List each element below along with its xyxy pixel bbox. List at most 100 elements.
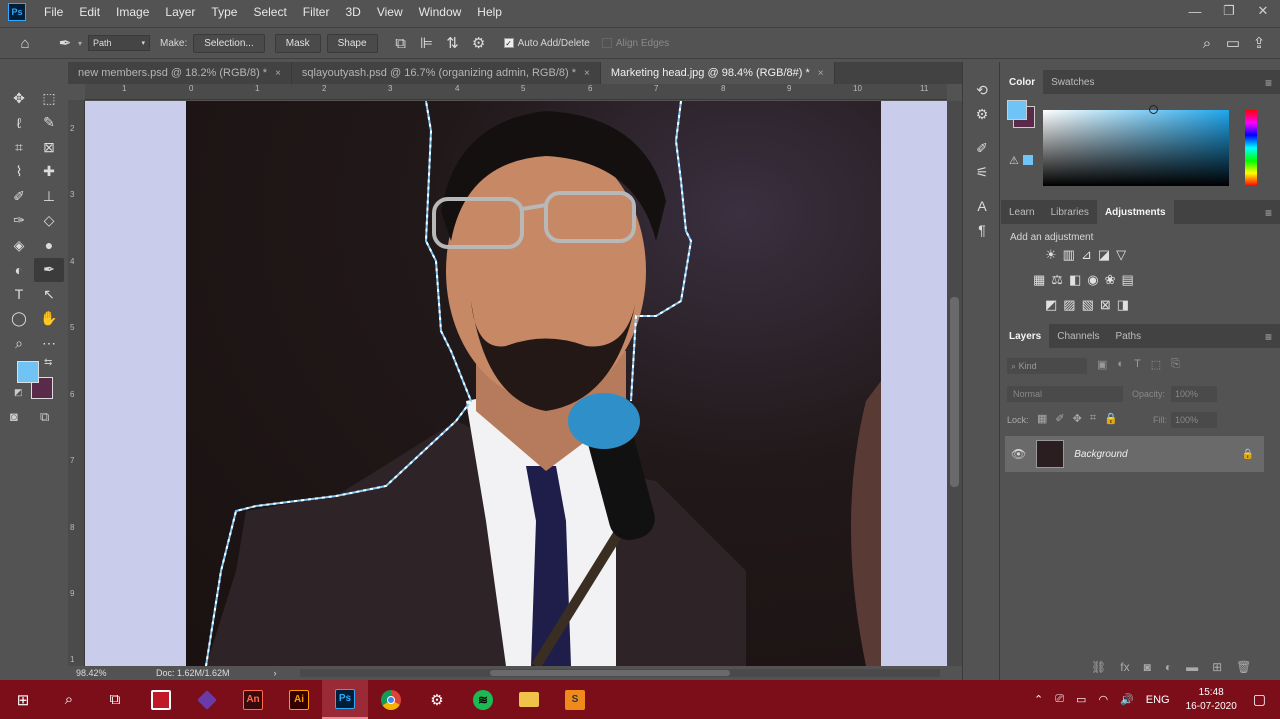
layer-row-background[interactable]: 👁 Background 🔒 [1005, 436, 1264, 472]
zoom-tool-icon[interactable]: ⌕ [4, 331, 34, 356]
menu-select[interactable]: Select [245, 5, 294, 19]
posterize-icon[interactable]: ▨ [1063, 297, 1075, 313]
selective-color-icon[interactable]: ◨ [1117, 297, 1129, 313]
link-layers-icon[interactable]: ⛓ [1091, 660, 1106, 674]
restore-icon[interactable]: ❐ [1212, 0, 1246, 22]
dodge-tool-icon[interactable]: ◐ [4, 258, 34, 283]
tab-swatches[interactable]: Swatches [1043, 70, 1102, 94]
menu-3d[interactable]: 3D [337, 5, 368, 19]
auto-add-delete-checkbox[interactable]: ✓ [503, 38, 514, 48]
brush-settings-icon[interactable]: ✐ [963, 136, 1001, 160]
language-indicator[interactable]: ENG [1146, 694, 1170, 706]
menu-view[interactable]: View [369, 5, 411, 19]
vertical-scrollbar[interactable] [947, 101, 962, 666]
new-group-icon[interactable]: ▬ [1186, 660, 1198, 674]
smart-object-filter-icon[interactable]: ⎘ [1171, 358, 1180, 371]
lock-artboard-icon[interactable]: ⌗ [1090, 412, 1096, 425]
brightness-icon[interactable]: ☀ [1045, 247, 1057, 263]
lock-transparency-icon[interactable]: ▦ [1037, 412, 1047, 425]
fx-icon[interactable]: fx [1120, 660, 1129, 674]
taskbar-app-animate[interactable]: An [230, 680, 276, 719]
black-white-icon[interactable]: ◧ [1069, 272, 1081, 288]
layer-name[interactable]: Background [1074, 449, 1127, 460]
tab-channels[interactable]: Channels [1049, 324, 1107, 348]
home-icon[interactable]: ⌂ [12, 30, 38, 56]
lock-all-icon[interactable]: 🔒 [1104, 412, 1118, 425]
crop-tool-icon[interactable]: ⌗ [4, 135, 34, 160]
panel-menu-icon[interactable]: ≡ [1265, 76, 1272, 90]
new-layer-icon[interactable]: ⊞ [1212, 660, 1222, 674]
brushes-icon[interactable]: ⚟ [963, 160, 1001, 184]
hand-tool-icon[interactable]: ✋ [34, 307, 64, 332]
close-icon[interactable]: × [584, 68, 590, 79]
menu-file[interactable]: File [36, 5, 71, 19]
task-view-icon[interactable]: ⧉ [92, 680, 138, 719]
image-filter-icon[interactable]: ▣ [1097, 358, 1107, 371]
tab-layers[interactable]: Layers [1001, 324, 1050, 348]
search-icon[interactable]: ⌕ [1194, 30, 1220, 56]
menu-edit[interactable]: Edit [71, 5, 108, 19]
chevron-down-icon[interactable]: ▾ [78, 39, 82, 48]
properties-icon[interactable]: ⚙ [963, 102, 1001, 126]
fill-field[interactable]: 100% [1171, 412, 1217, 428]
opacity-field[interactable]: 100% [1171, 386, 1217, 402]
screen-mode-icon[interactable]: ⧉ [40, 409, 49, 425]
path-selection-tool-icon[interactable]: ↖ [34, 282, 64, 307]
tab-marketing-head[interactable]: Marketing head.jpg @ 98.4% (RGB/8#) * × [600, 62, 835, 84]
paint-bucket-tool-icon[interactable]: ◈ [4, 233, 34, 258]
menu-type[interactable]: Type [203, 5, 245, 19]
taskbar-app-photoshop[interactable]: Ps [322, 680, 368, 719]
menu-filter[interactable]: Filter [295, 5, 338, 19]
trash-icon[interactable]: 🗑 [1236, 660, 1251, 674]
align-edges-checkbox[interactable] [601, 38, 612, 48]
blend-mode-select[interactable]: Normal [1007, 386, 1123, 402]
clone-stamp-tool-icon[interactable]: ⊥ [34, 184, 64, 209]
ellipse-tool-icon[interactable]: ◯ [4, 307, 34, 332]
panel-menu-icon[interactable]: ≡ [1265, 206, 1272, 220]
channel-mixer-icon[interactable]: ❀ [1105, 272, 1116, 288]
exposure-icon[interactable]: ◪ [1098, 247, 1110, 263]
type-tool-icon[interactable]: T [4, 282, 34, 307]
default-colors-icon[interactable]: ◩ [14, 387, 23, 398]
close-icon[interactable]: × [275, 68, 281, 79]
tab-paths[interactable]: Paths [1108, 324, 1150, 348]
taskbar-app-file-explorer[interactable] [506, 680, 552, 719]
taskbar-app-settings[interactable]: ⚙ [414, 680, 460, 719]
tab-learn[interactable]: Learn [1001, 200, 1043, 224]
foreground-color-swatch[interactable] [17, 361, 39, 383]
menu-help[interactable]: Help [469, 5, 510, 19]
minimize-icon[interactable]: — [1178, 0, 1212, 22]
history-brush-tool-icon[interactable]: ✑ [4, 209, 34, 234]
move-tool-icon[interactable]: ✥ [4, 86, 34, 111]
close-icon[interactable]: × [818, 68, 824, 79]
more-tools-icon[interactable]: ⋯ [34, 331, 64, 356]
share-icon[interactable]: ⇪ [1246, 30, 1272, 56]
battery-icon[interactable]: ▭ [1076, 693, 1086, 706]
gradient-map-icon[interactable]: ⊠ [1100, 297, 1111, 313]
fg-color-chip[interactable] [1007, 100, 1027, 120]
volume-icon[interactable]: 🔊 [1120, 693, 1134, 706]
brush-tool-icon[interactable]: ✐ [4, 184, 34, 209]
color-lookup-icon[interactable]: ▤ [1122, 272, 1134, 288]
quick-selection-tool-icon[interactable]: ✎ [34, 111, 64, 136]
workspace-icon[interactable]: ▭ [1220, 30, 1246, 56]
taskbar-app-video-editor[interactable] [184, 680, 230, 719]
clock[interactable]: 15:48 16-07-2020 [1186, 686, 1237, 714]
scroll-thumb[interactable] [490, 670, 730, 676]
paragraph-icon[interactable]: ¶ [963, 218, 1001, 242]
document-canvas[interactable] [85, 101, 947, 666]
search-icon[interactable]: ⌕ [46, 680, 92, 719]
photo-filter-icon[interactable]: ◉ [1087, 272, 1098, 288]
taskbar-app-sublime[interactable]: S [552, 680, 598, 719]
selection-button[interactable]: Selection... [193, 33, 265, 53]
layer-filter-select[interactable]: ⌕ Kind [1007, 358, 1087, 374]
menu-image[interactable]: Image [108, 5, 157, 19]
scroll-thumb[interactable] [950, 297, 959, 487]
color-spectrum[interactable] [1043, 110, 1229, 186]
menu-layer[interactable]: Layer [157, 5, 203, 19]
new-adjustment-icon[interactable]: ◐ [1165, 660, 1172, 674]
taskbar-app-illustrator[interactable]: Ai [276, 680, 322, 719]
panel-menu-icon[interactable]: ≡ [1265, 330, 1272, 344]
history-icon[interactable]: ⟲ [963, 78, 1001, 102]
notification-icon[interactable]: ▢ [1253, 691, 1266, 708]
